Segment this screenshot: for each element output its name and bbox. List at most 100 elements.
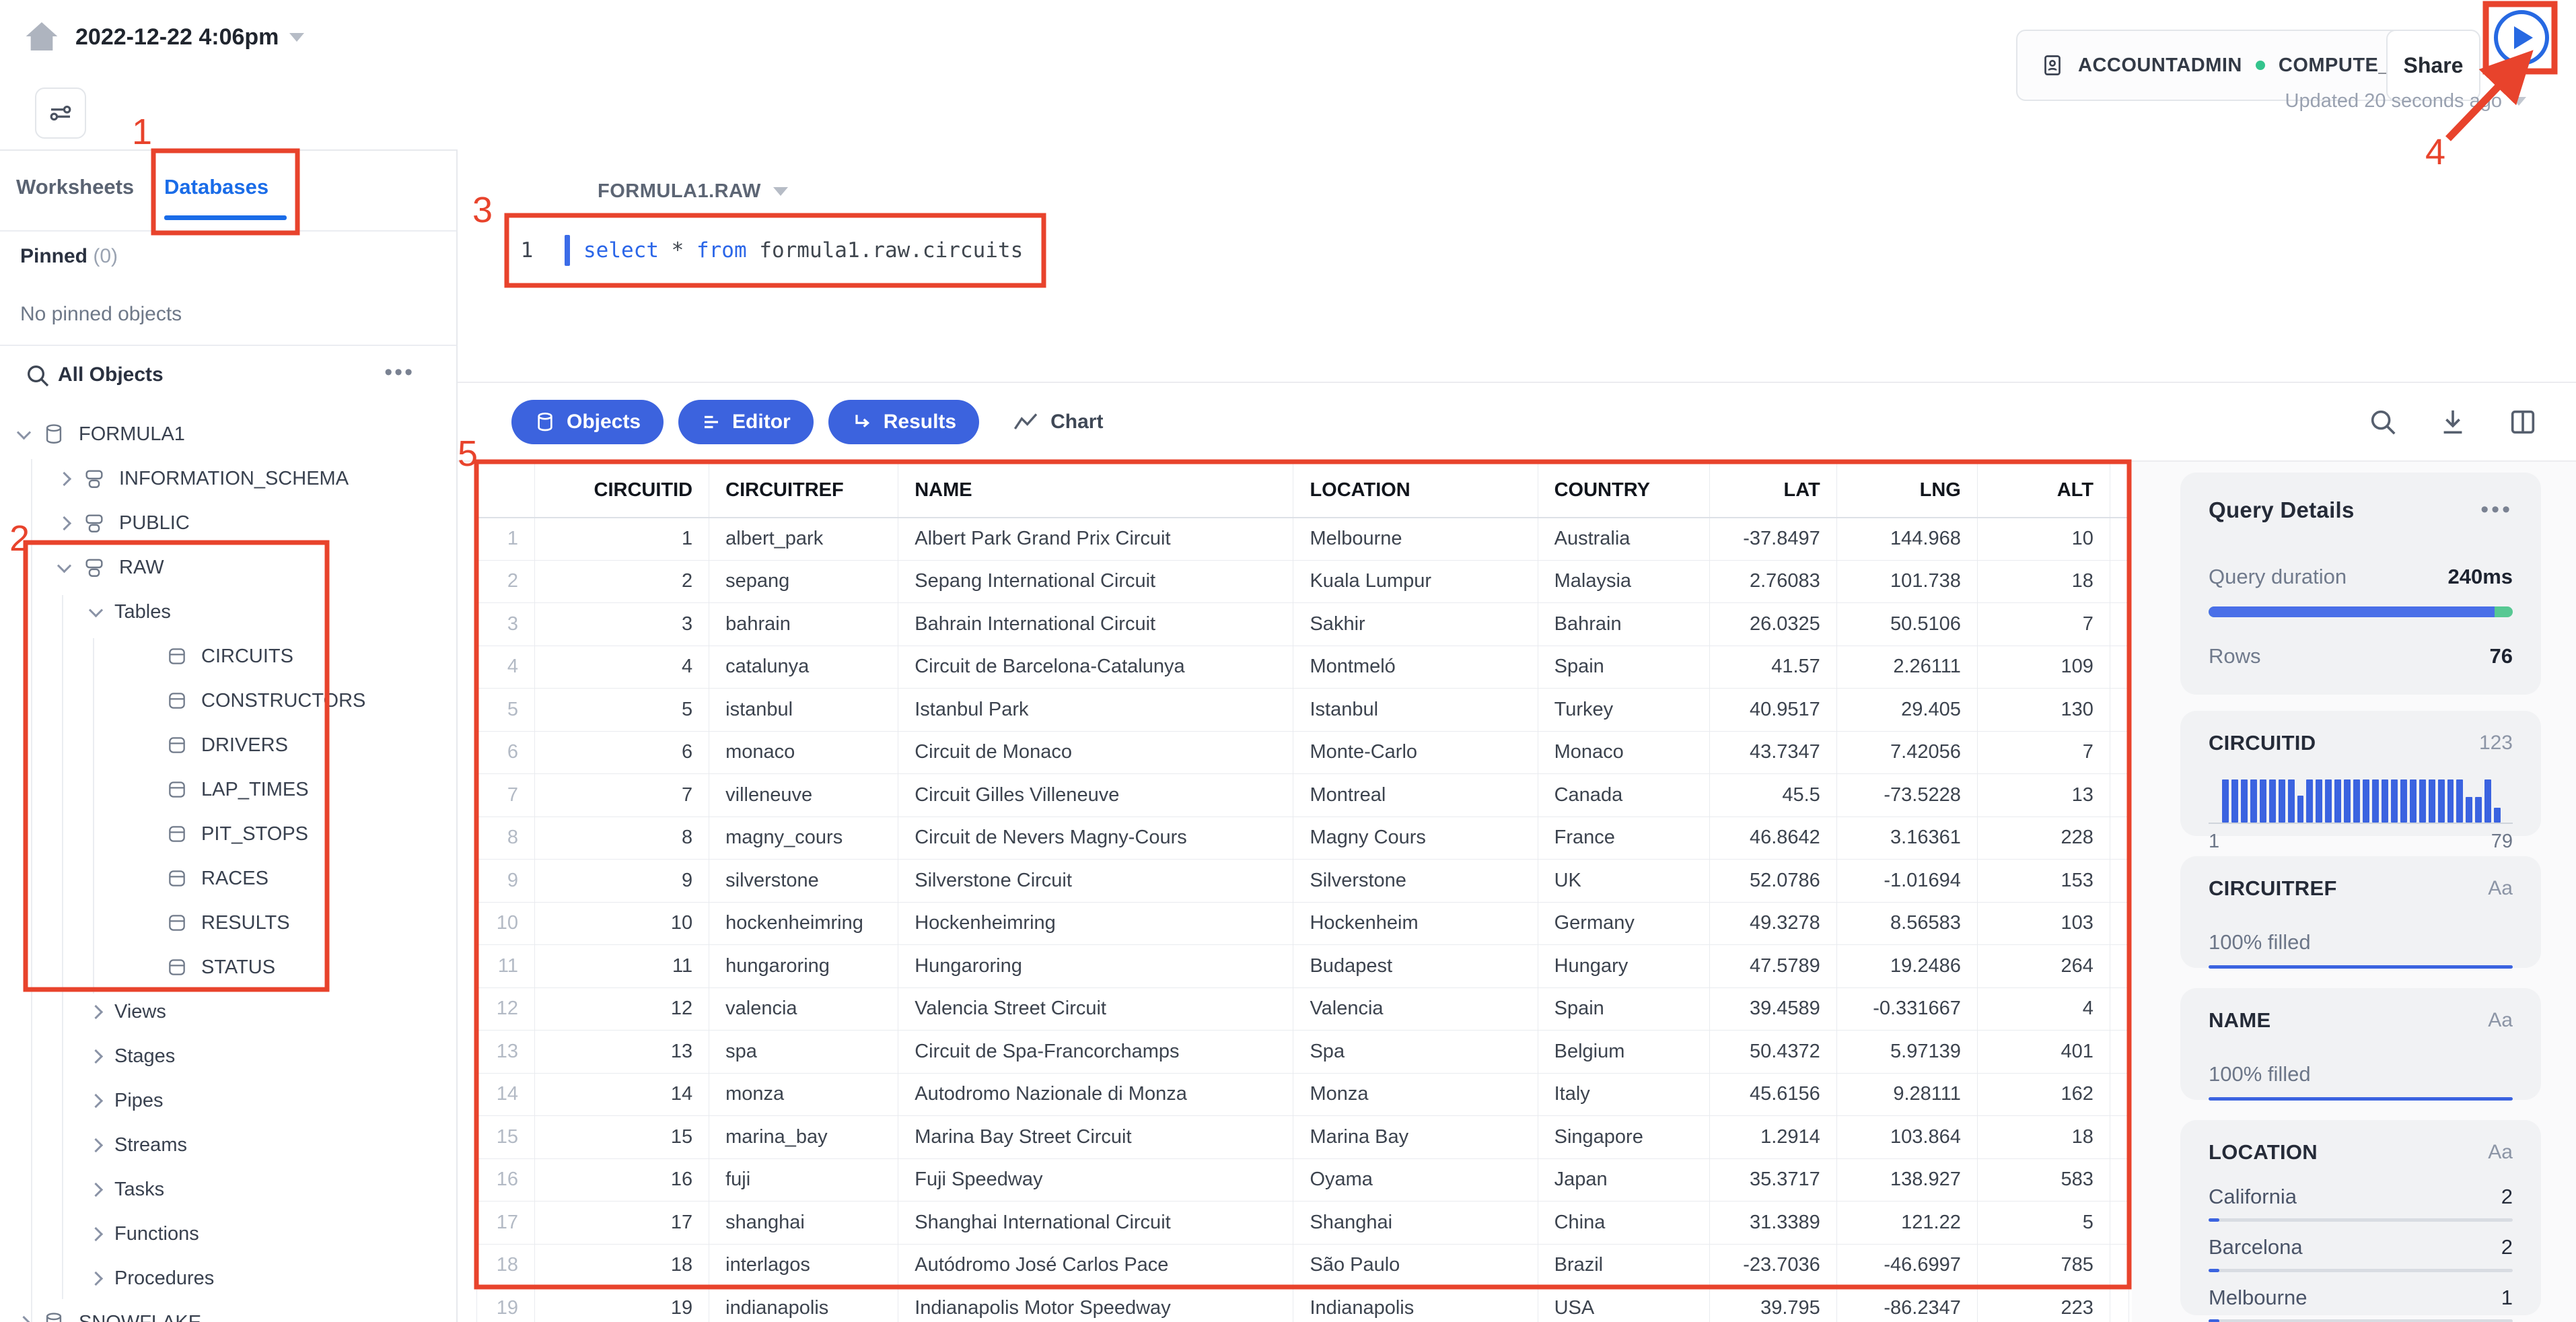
column-header-name[interactable]: NAME	[898, 463, 1294, 518]
table-row[interactable]: 13 13 spa Circuit de Spa-Francorchamps Spa Be…	[476, 1030, 2130, 1074]
table-row[interactable]: 9 9 silverstone Silverstone Circuit Silverst…	[476, 859, 2130, 903]
tab-objects[interactable]: Objects	[511, 399, 664, 444]
table-row[interactable]: 10 10 hockenheimring Hockenheimring Hockenhe…	[476, 901, 2130, 945]
column-card-name[interactable]: NAME Aa 100% filled	[2180, 988, 2541, 1101]
sidebar-tree: FORMULA1 INFORMATION_SCHEMA PUBLIC RAW Table…	[0, 412, 456, 1322]
column-card-circuitref[interactable]: CIRCUITREF Aa 100% filled	[2180, 856, 2541, 969]
tree-item-stages[interactable]: Stages	[0, 1034, 456, 1078]
split-columns-icon[interactable]	[2507, 407, 2538, 438]
tree-item-tasks[interactable]: Tasks	[0, 1167, 456, 1212]
chevron-right-icon[interactable]	[88, 1138, 104, 1152]
table-row[interactable]: 14 14 monza Autodromo Nazionale di Monza Mon…	[476, 1072, 2130, 1116]
chevron-right-icon[interactable]	[88, 1182, 104, 1197]
tree-item-drivers[interactable]: DRIVERS	[0, 723, 456, 767]
table-cell: Kuala Lumpur	[1293, 559, 1538, 603]
tree-item-public[interactable]: PUBLIC	[0, 501, 456, 545]
chevron-right-icon[interactable]	[16, 1315, 32, 1322]
table-row[interactable]: 2 2 sepang Sepang International Circuit Kual…	[476, 559, 2130, 603]
table-row[interactable]: 1 1 albert_park Albert Park Grand Prix Circ…	[476, 517, 2130, 561]
chevron-right-icon[interactable]	[57, 471, 72, 486]
table-row[interactable]: 6 6 monaco Circuit de Monaco Monte-Carlo Mona…	[476, 730, 2130, 774]
chevron-down-icon[interactable]	[88, 602, 104, 617]
sql-editor[interactable]: 1 select * from formula1.raw.circuits	[507, 215, 1045, 285]
tree-item-pit_stops[interactable]: PIT_STOPS	[0, 812, 456, 856]
run-query-button[interactable]	[2494, 10, 2549, 65]
tree-item-label: LAP_TIMES	[201, 778, 309, 800]
table-cell: 8	[476, 816, 536, 860]
table-row[interactable]: 7 7 villeneuve Circuit Gilles Villeneuve Mon…	[476, 773, 2130, 817]
table-row[interactable]: 19 19 indianapolis Indianapolis Motor Speed…	[476, 1286, 2130, 1322]
table-row[interactable]: 18 18 interlagos Autódromo José Carlos Pace…	[476, 1243, 2130, 1287]
table-row[interactable]: 3 3 bahrain Bahrain International Circuit Sa…	[476, 602, 2130, 646]
column-card-location[interactable]: LOCATION Aa California 2 Barcelona 2 Melbour…	[2180, 1120, 2541, 1322]
column-header-circuitid[interactable]: CIRCUITID	[534, 463, 710, 518]
tab-databases[interactable]: Databases	[164, 175, 269, 199]
table-cell: Circuit de Spa-Francorchamps	[898, 1030, 1294, 1074]
table-row[interactable]: 11 11 hungaroring Hungaroring Budapest Hungar…	[476, 944, 2130, 988]
tree-item-status[interactable]: STATUS	[0, 945, 456, 989]
tab-chart[interactable]: Chart	[1013, 411, 1103, 433]
chevron-right-icon[interactable]	[88, 1093, 104, 1108]
column-name: LOCATION	[2209, 1140, 2318, 1164]
editor-context-selector[interactable]: FORMULA1.RAW	[598, 180, 788, 203]
filters-button[interactable]	[35, 88, 86, 139]
more-menu-icon[interactable]: •••	[384, 359, 415, 386]
tree-item-constructors[interactable]: CONSTRUCTORS	[0, 679, 456, 723]
table-row[interactable]: 5 5 istanbul Istanbul Park Istanbul Turkey 40.…	[476, 688, 2130, 732]
tree-item-information_schema[interactable]: INFORMATION_SCHEMA	[0, 456, 456, 501]
worksheet-title[interactable]: 2022-12-22 4:06pm	[75, 24, 305, 50]
table-row[interactable]: 17 17 shanghai Shanghai International Circu…	[476, 1201, 2130, 1245]
tree-item-formula1[interactable]: FORMULA1	[0, 412, 456, 456]
location-value-row[interactable]: California 2	[2209, 1185, 2513, 1209]
column-header-alt[interactable]: ALT	[1976, 463, 2110, 518]
tree-item-lap_times[interactable]: LAP_TIMES	[0, 767, 456, 812]
tree-item-results[interactable]: RESULTS	[0, 901, 456, 945]
column-header-circuitref[interactable]: CIRCUITREF	[709, 463, 899, 518]
tree-item-procedures[interactable]: Procedures	[0, 1256, 456, 1300]
download-icon[interactable]	[2437, 407, 2468, 438]
column-header-lng[interactable]: LNG	[1836, 463, 1978, 518]
column-card-circuitid[interactable]: CIRCUITID 123 1 79	[2180, 711, 2541, 852]
tree-item-views[interactable]: Views	[0, 989, 456, 1034]
chevron-right-icon[interactable]	[88, 1271, 104, 1286]
tree-item-functions[interactable]: Functions	[0, 1212, 456, 1256]
table-cell: 46.8642	[1709, 816, 1837, 860]
tree-item-raw[interactable]: RAW	[0, 545, 456, 590]
column-name: CIRCUITREF	[2209, 876, 2337, 900]
table-row[interactable]: 16 16 fuji Fuji Speedway Oyama Japan 35.3717 13…	[476, 1158, 2130, 1202]
tree-item-races[interactable]: RACES	[0, 856, 456, 901]
tab-worksheets[interactable]: Worksheets	[16, 175, 134, 199]
tree-item-snowflake[interactable]: SNOWFLAKE	[0, 1300, 456, 1322]
column-header-lat[interactable]: LAT	[1709, 463, 1837, 518]
value-frequency-bar	[2209, 1218, 2513, 1222]
tree-item-pipes[interactable]: Pipes	[0, 1078, 456, 1123]
tree-item-tables[interactable]: Tables	[0, 590, 456, 634]
search-icon[interactable]	[2367, 407, 2398, 438]
location-value-row[interactable]: Melbourne 1	[2209, 1286, 2513, 1310]
table-cell: 49.3278	[1709, 901, 1837, 945]
tree-item-circuits[interactable]: CIRCUITS	[0, 634, 456, 679]
table-cell: 103	[1976, 901, 2110, 945]
updated-status[interactable]: Updated 20 seconds ago	[2285, 90, 2526, 112]
chevron-right-icon[interactable]	[88, 1004, 104, 1019]
column-header-country[interactable]: COUNTRY	[1537, 463, 1710, 518]
column-header-location[interactable]: LOCATION	[1293, 463, 1538, 518]
table-row[interactable]: 4 4 catalunya Circuit de Barcelona-Cataluny…	[476, 645, 2130, 689]
location-value-row[interactable]: Barcelona 2	[2209, 1235, 2513, 1259]
more-menu-icon[interactable]: •••	[2480, 497, 2513, 523]
table-row[interactable]: 15 15 marina_bay Marina Bay Street Circuit M…	[476, 1115, 2130, 1159]
table-row[interactable]: 8 8 magny_cours Circuit de Nevers Magny-Cou…	[476, 816, 2130, 860]
tab-editor[interactable]: Editor	[678, 399, 814, 444]
object-search[interactable]: All Objects •••	[0, 358, 456, 401]
chevron-right-icon[interactable]	[88, 1226, 104, 1241]
tree-item-streams[interactable]: Streams	[0, 1123, 456, 1167]
chevron-down-icon[interactable]	[16, 425, 32, 440]
table-row[interactable]: 12 12 valencia Valencia Street Circuit Valen…	[476, 987, 2130, 1031]
chevron-down-icon[interactable]	[57, 558, 72, 573]
chevron-right-icon[interactable]	[88, 1049, 104, 1064]
tab-results[interactable]: Results	[828, 399, 980, 444]
chevron-right-icon[interactable]	[57, 516, 72, 530]
table-cell: 4	[1976, 987, 2110, 1031]
home-icon[interactable]	[23, 18, 61, 55]
